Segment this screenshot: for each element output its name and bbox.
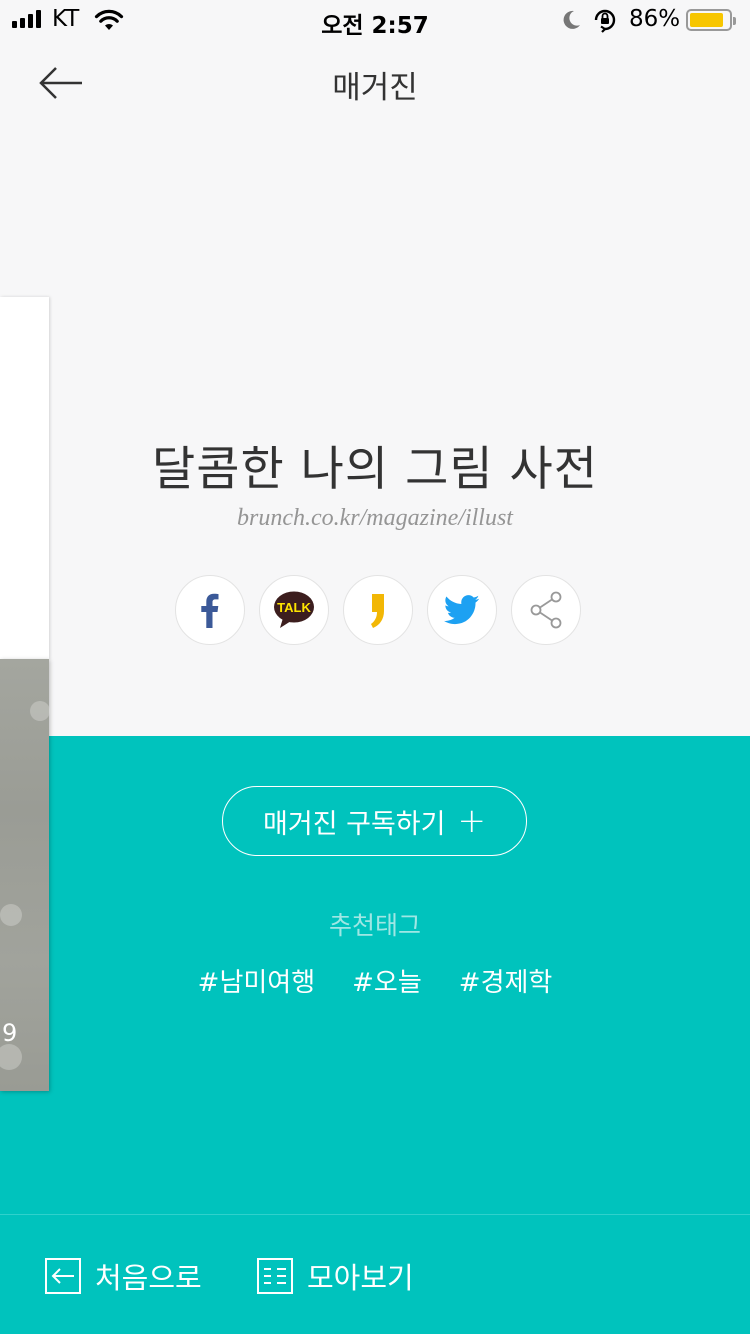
facebook-icon xyxy=(201,593,219,628)
go-to-first-label: 처음으로 xyxy=(95,1261,202,1295)
rotation-lock-icon xyxy=(592,7,618,39)
magazine-title: 달콤한 나의 그림 사전 xyxy=(152,442,598,497)
go-to-first-button[interactable]: 처음으로 xyxy=(45,1255,202,1297)
twitter-icon xyxy=(444,595,480,625)
kakaostory-icon xyxy=(371,594,384,628)
tag-link[interactable]: #경제학 xyxy=(459,962,553,999)
first-page-arrow-icon xyxy=(45,1258,81,1294)
list-grid-icon xyxy=(257,1258,293,1294)
tag-link[interactable]: #남미여행 xyxy=(198,962,315,999)
previous-card-text: 9 xyxy=(2,1019,18,1047)
recommended-tags-label: 추천태그 xyxy=(328,911,421,940)
top-header: 매거진 xyxy=(0,42,750,122)
battery-percent: 86% xyxy=(629,6,681,32)
kakaostory-share-button[interactable] xyxy=(343,575,413,645)
subscribe-section: 매거진 구독하기 + 추천태그 #남미여행 #오늘 #경제학 처음으로 모아보기 xyxy=(0,736,750,1334)
kakaotalk-icon: TALK xyxy=(274,591,314,628)
subscribe-label: 매거진 구독하기 xyxy=(263,808,446,840)
share-icon xyxy=(530,591,562,629)
plus-icon: + xyxy=(457,801,486,841)
magazine-url[interactable]: brunch.co.kr/magazine/illust xyxy=(0,505,750,532)
facebook-share-button[interactable] xyxy=(175,575,245,645)
view-collection-button[interactable]: 모아보기 xyxy=(257,1255,414,1297)
kakaotalk-share-button[interactable]: TALK xyxy=(259,575,329,645)
status-bar: KT 오전 2:57 86% xyxy=(0,0,750,42)
tag-link[interactable]: #오늘 xyxy=(352,962,422,999)
twitter-share-button[interactable] xyxy=(427,575,497,645)
recommended-tags: #남미여행 #오늘 #경제학 xyxy=(0,962,750,999)
subscribe-magazine-button[interactable]: 매거진 구독하기 + xyxy=(222,786,527,856)
page-title: 매거진 xyxy=(332,70,418,106)
share-buttons: TALK xyxy=(175,575,581,645)
view-collection-label: 모아보기 xyxy=(307,1261,414,1295)
previous-card-image[interactable]: 9 xyxy=(0,659,50,1091)
battery-icon xyxy=(686,9,736,31)
more-share-button[interactable] xyxy=(511,575,581,645)
kakaotalk-label: TALK xyxy=(277,600,311,615)
bottom-navigation: 처음으로 모아보기 xyxy=(0,1215,750,1334)
do-not-disturb-moon-icon xyxy=(560,8,582,38)
